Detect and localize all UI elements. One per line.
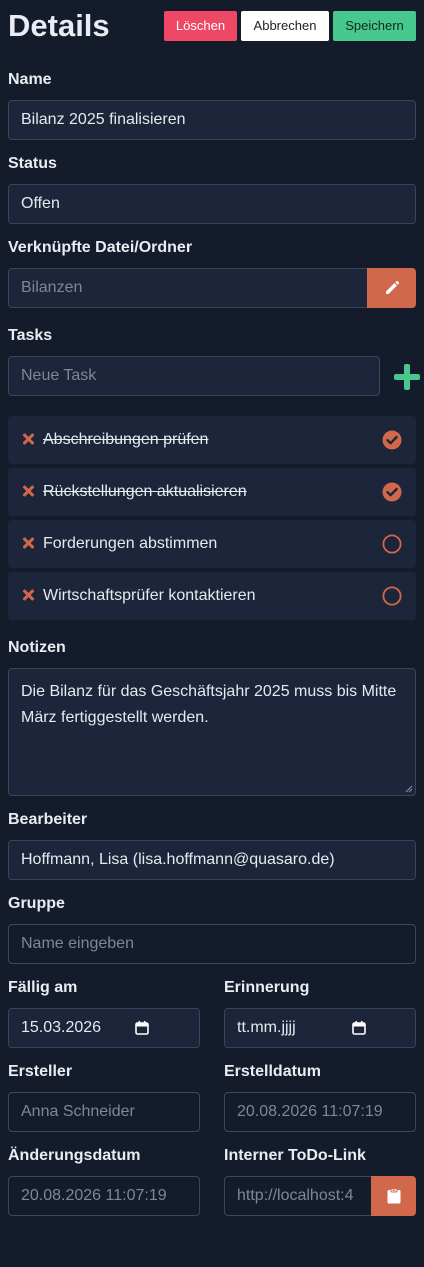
group-input[interactable]: Name eingeben <box>8 924 416 964</box>
link-label: Interner ToDo-Link <box>224 1147 366 1164</box>
due-label: Fällig am <box>8 979 78 996</box>
reminder-label: Erinnerung <box>224 979 310 996</box>
due-date-input[interactable]: 15.03.2026 <box>8 1008 200 1048</box>
notes-label: Notizen <box>8 639 66 656</box>
task-item: Forderungen abstimmen <box>8 520 416 568</box>
notes-textarea[interactable]: Die Bilanz für das Geschäftsjahr 2025 mu… <box>8 668 416 796</box>
assignee-label: Bearbeiter <box>8 811 88 828</box>
due-date-value: 15.03.2026 <box>21 1019 102 1036</box>
task-text: Wirtschaftsprüfer kontaktieren <box>43 587 256 604</box>
calendar-icon[interactable] <box>135 1021 149 1035</box>
delete-button[interactable]: Löschen <box>164 11 237 41</box>
pencil-icon <box>385 280 399 294</box>
name-label: Name <box>8 71 52 88</box>
status-label: Status <box>8 155 57 172</box>
created-label: Erstelldatum <box>224 1063 321 1080</box>
add-task-icon[interactable] <box>392 362 422 392</box>
edit-link-button[interactable] <box>367 268 416 308</box>
task-text: Forderungen abstimmen <box>43 535 218 552</box>
status-field[interactable]: Offen <box>8 184 416 224</box>
page-title: Details <box>8 8 110 43</box>
creator-label: Ersteller <box>8 1063 73 1080</box>
assignee-field[interactable]: Hoffmann, Lisa (lisa.hoffmann@quasaro.de… <box>8 840 416 880</box>
modified-date-field: 20.08.2026 11:07:19 <box>8 1176 200 1216</box>
resize-handle-icon[interactable] <box>405 785 413 793</box>
name-field[interactable]: Bilanz 2025 finalisieren <box>8 100 416 140</box>
copy-link-button[interactable] <box>371 1176 416 1216</box>
checked-circle-icon[interactable] <box>382 482 402 502</box>
task-item: Rückstellungen aktualisieren <box>8 468 416 516</box>
task-text: Rückstellungen aktualisieren <box>43 483 247 500</box>
checked-circle-icon[interactable] <box>382 430 402 450</box>
modified-label: Änderungsdatum <box>8 1147 141 1164</box>
unchecked-circle-icon[interactable] <box>382 586 402 606</box>
tasks-label: Tasks <box>8 327 53 344</box>
cancel-button[interactable]: Abbrechen <box>241 11 329 41</box>
delete-task-icon[interactable] <box>22 588 36 602</box>
group-label: Gruppe <box>8 895 65 912</box>
details-header: Details Löschen Abbrechen Speichern <box>8 8 416 44</box>
action-buttons: Löschen Abbrechen Speichern <box>164 11 416 41</box>
task-item: Abschreibungen prüfen <box>8 416 416 464</box>
delete-task-icon[interactable] <box>22 432 36 446</box>
delete-task-icon[interactable] <box>22 536 36 550</box>
reminder-date-input[interactable]: tt.mm.jjjj <box>224 1008 416 1048</box>
clipboard-icon <box>387 1188 400 1204</box>
unchecked-circle-icon[interactable] <box>382 534 402 554</box>
notes-text: Die Bilanz für das Geschäftsjahr 2025 mu… <box>21 683 397 726</box>
todo-link-field[interactable]: http://localhost:4 <box>224 1176 372 1216</box>
calendar-icon[interactable] <box>352 1021 366 1035</box>
delete-task-icon[interactable] <box>22 484 36 498</box>
task-text: Abschreibungen prüfen <box>43 431 209 448</box>
created-date-field: 20.08.2026 11:07:19 <box>224 1092 416 1132</box>
task-item: Wirtschaftsprüfer kontaktieren <box>8 572 416 620</box>
creator-field: Anna Schneider <box>8 1092 200 1132</box>
reminder-date-value: tt.mm.jjjj <box>237 1019 296 1036</box>
linked-file-input[interactable]: Bilanzen <box>8 268 368 308</box>
linked-label: Verknüpfte Datei/Ordner <box>8 239 193 256</box>
new-task-input[interactable]: Neue Task <box>8 356 380 396</box>
save-button[interactable]: Speichern <box>333 11 416 41</box>
